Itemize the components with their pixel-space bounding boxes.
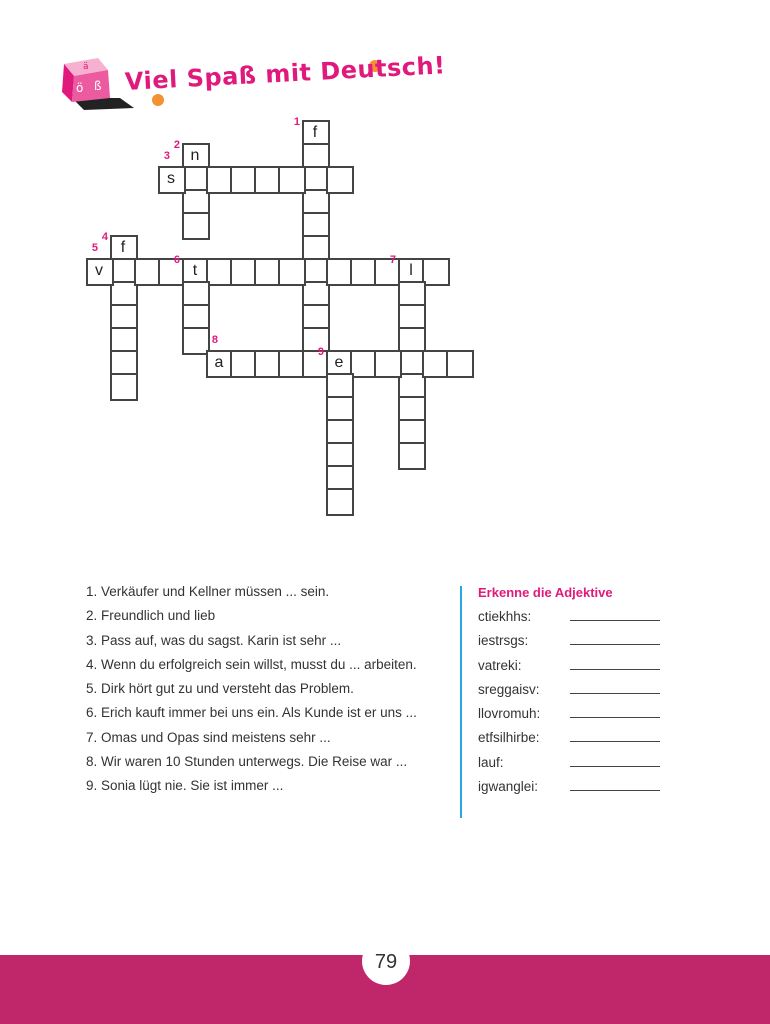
answer-line[interactable]	[570, 668, 660, 670]
scrambled-word: ctiekhhs:	[478, 609, 532, 624]
scrambled-word: iestrsgs:	[478, 633, 529, 649]
given-letter: f	[120, 239, 126, 256]
clue-item: 1. Verkäufer und Kellner müssen ... sein…	[86, 584, 330, 599]
adjective-item: lauf:	[478, 754, 668, 778]
crossword-cell[interactable]	[326, 166, 354, 194]
scrambled-word: igwanglei:	[478, 779, 539, 795]
clue-item: 8. Wir waren 10 Stunden unterwegs. Die R…	[86, 754, 408, 770]
crossword-cell[interactable]	[278, 166, 306, 194]
clue-number: 8	[211, 334, 218, 346]
crossword-cell[interactable]	[422, 258, 450, 286]
answer-line[interactable]	[570, 717, 660, 719]
adjective-item: etfsilhirbe:	[478, 729, 668, 753]
clue-number: 9	[317, 346, 324, 358]
adjective-item: sreggaisv:	[478, 681, 668, 705]
given-letter: a	[214, 354, 224, 371]
adjective-item: iestrsgs:	[478, 632, 668, 656]
clue-item: 7. Omas und Opas sind meistens sehr ...	[86, 729, 331, 745]
clue-item: 3. Pass auf, was du sagst. Karin ist seh…	[86, 632, 342, 648]
scrambled-word: lauf:	[478, 754, 504, 770]
clue-number: 5	[91, 242, 98, 254]
adjective-item: ctiekhhs:	[478, 608, 668, 632]
clue-number: 7	[389, 254, 396, 266]
clue-number: 1	[293, 116, 300, 128]
answer-line[interactable]	[570, 620, 660, 621]
given-letter: l	[409, 262, 413, 279]
scrambled-word: sreggaisv:	[478, 681, 540, 697]
column-divider	[460, 586, 462, 818]
crossword-cell[interactable]	[182, 212, 210, 240]
adjective-list: ctiekhhs: iestrsgs: vatreki: sreggaisv: …	[478, 608, 668, 802]
exercise-heading: Erkenne die Adjektive	[478, 585, 613, 600]
clue-number: 6	[173, 254, 180, 266]
crossword-cell[interactable]	[110, 373, 138, 401]
clue-item: 6. Erich kauft immer bei uns ein. Als Ku…	[86, 705, 417, 721]
adjective-item: llovromuh:	[478, 705, 668, 729]
crossword-cell[interactable]	[446, 350, 474, 378]
page-number: 79	[362, 937, 410, 985]
adjective-item: vatreki:	[478, 657, 668, 681]
given-letter: e	[334, 354, 344, 371]
clue-item: 9. Sonia lügt nie. Sie ist immer ...	[86, 778, 284, 794]
answer-line[interactable]	[570, 765, 660, 767]
adjective-item: igwanglei:	[478, 778, 668, 802]
scrambled-word: etfsilhirbe:	[478, 730, 540, 746]
clue-item: 5. Dirk hört gut zu und versteht das Pro…	[86, 681, 354, 697]
crossword-cell[interactable]	[326, 488, 354, 516]
answer-line[interactable]	[570, 741, 660, 743]
answer-line[interactable]	[570, 692, 660, 694]
given-letter: v	[95, 262, 103, 279]
answer-line[interactable]	[570, 644, 660, 646]
given-letter: t	[192, 262, 198, 279]
crossword-cell[interactable]	[374, 350, 402, 378]
clue-number: 3	[163, 150, 170, 162]
clue-item: 2. Freundlich und lieb	[86, 608, 216, 624]
answer-line[interactable]	[570, 790, 660, 792]
given-letter: n	[190, 147, 200, 164]
scrambled-word: llovromuh:	[478, 706, 541, 722]
crossword-cell[interactable]	[398, 442, 426, 470]
clue-list: 1. Verkäufer und Kellner müssen ... sein…	[86, 583, 446, 802]
given-letter: s	[167, 170, 175, 187]
crossword-grid: f1n2s3f4v5t6l7a8e9	[0, 0, 770, 560]
clue-item: 4. Wenn du erfolgreich sein willst, muss…	[86, 656, 417, 672]
scrambled-word: vatreki:	[478, 657, 522, 673]
given-letter: f	[312, 124, 318, 141]
crossword-cell[interactable]	[278, 258, 306, 286]
